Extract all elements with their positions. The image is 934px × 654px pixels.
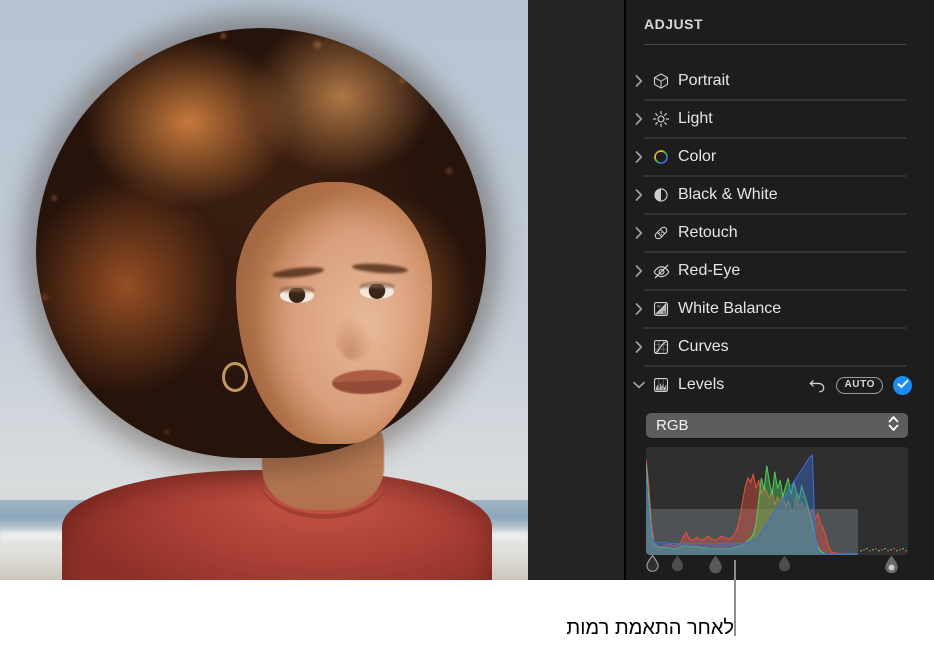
screenshot-root: ADJUST Portrait Light Color Black & Whit… [0,0,934,654]
adjustment-row-levels[interactable]: Levels AUTO [626,366,934,404]
adjustment-row-black-and-white[interactable]: Black & White [626,176,934,214]
levels-controls: AUTO [809,375,934,395]
photos-app-window: ADJUST Portrait Light Color Black & Whit… [0,0,934,580]
photo-subject-eye-right [360,284,394,299]
highlights-handle[interactable] [778,555,791,572]
midtones-handle[interactable] [708,555,722,574]
shadows-handle[interactable] [671,555,684,572]
adjustment-label: Levels [678,376,725,393]
adjustment-row-white-balance[interactable]: W B White Balance [626,290,934,328]
adjustment-label: Black & White [678,186,778,203]
levels-channel-popup[interactable]: RGB [646,413,908,438]
adjustment-row-red-eye[interactable]: Red-Eye [626,252,934,290]
adjustment-row-light[interactable]: Light [626,100,934,138]
adjustment-label: Light [678,110,713,127]
histogram-plot [646,447,908,555]
photo-subject-nose [336,316,372,360]
white-point-handle[interactable] [884,555,898,574]
callout-leader-line [734,560,736,636]
curves-icon [648,338,674,356]
chevron-right-icon[interactable] [630,189,648,201]
adjustment-label: Curves [678,338,729,355]
svg-text:B: B [663,310,666,315]
chevron-right-icon[interactable] [630,151,648,163]
levels-histogram[interactable] [646,447,908,555]
levels-enabled-toggle[interactable] [893,375,912,395]
chevron-right-icon[interactable] [630,341,648,353]
black-point-handle[interactable] [646,555,659,572]
adjustment-label: Retouch [678,224,738,241]
callout-caption: לאחר התאמת רמות [566,617,734,639]
svg-text:W: W [657,303,661,308]
up-down-chevrons-icon [888,415,899,437]
checkmark-icon [896,376,909,394]
page-title: ADJUST [644,16,704,32]
chevron-down-icon[interactable] [630,381,648,389]
contrast-circle-icon [648,186,674,204]
adjustment-row-color[interactable]: Color [626,138,934,176]
undo-arrow-icon[interactable] [809,378,826,393]
photo-subject-face [236,182,432,444]
chevron-right-icon[interactable] [630,75,648,87]
levels-icon [648,376,674,394]
cube-icon [648,72,674,90]
adjustment-list: Portrait Light Color Black & White Retou… [626,62,934,404]
auto-button[interactable]: AUTO [836,376,883,394]
chevron-right-icon[interactable] [630,227,648,239]
adjust-inspector-panel: ADJUST Portrait Light Color Black & Whit… [626,0,934,580]
photo-subject-earring [222,362,248,392]
bandage-icon [648,224,674,242]
adjustment-row-retouch[interactable]: Retouch [626,214,934,252]
levels-channel-value: RGB [656,417,689,434]
chevron-right-icon[interactable] [630,113,648,125]
levels-slider-track[interactable] [646,553,908,579]
header-divider [644,44,906,45]
adjustment-row-curves[interactable]: Curves [626,328,934,366]
adjustment-label: Red-Eye [678,262,741,279]
color-wheel-icon [648,148,674,166]
chevron-right-icon[interactable] [630,265,648,277]
sun-icon [648,110,674,128]
editor-gutter [528,0,626,580]
adjustment-label: Color [678,148,717,165]
chevron-right-icon[interactable] [630,303,648,315]
adjustment-label: White Balance [678,300,782,317]
eye-slash-icon [648,262,674,281]
adjustment-label: Portrait [678,72,730,89]
white-balance-icon: W B [648,300,674,318]
photo-preview[interactable] [0,0,528,580]
adjustment-row-portrait[interactable]: Portrait [626,62,934,100]
photo-subject-eye-left [280,288,314,303]
